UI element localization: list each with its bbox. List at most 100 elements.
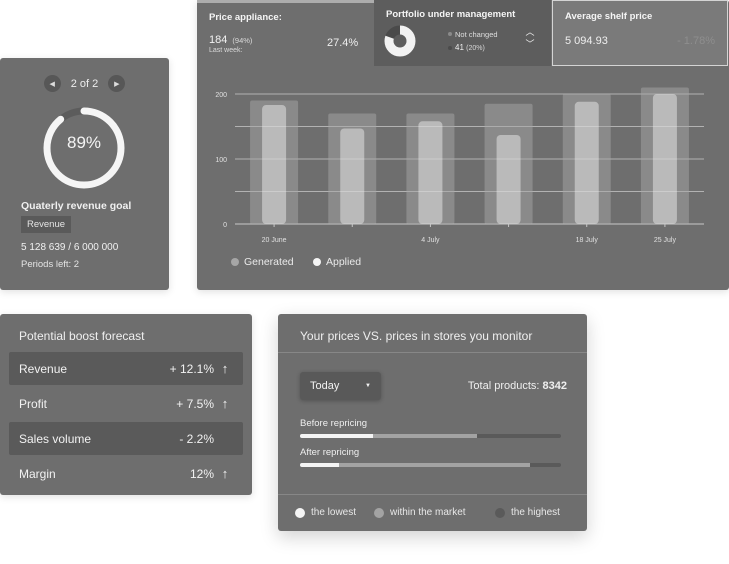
- boost-row-margin[interactable]: Margin 12% ↑: [9, 457, 243, 490]
- segment-highest: [529, 463, 561, 467]
- not-changed-label: Not changed: [455, 30, 498, 39]
- chevron-down-icon[interactable]: ﹀: [525, 39, 535, 49]
- market-dot: [374, 507, 384, 518]
- arrow-up-icon: ↑: [221, 396, 229, 411]
- applied-dot: [313, 258, 321, 266]
- legend-generated[interactable]: Generated: [231, 256, 294, 268]
- portfolio-stat[interactable]: Portfolio under management Not changed 4…: [374, 0, 551, 66]
- y-tick-label: 100: [215, 157, 227, 164]
- boost-title: Potential boost forecast: [19, 329, 145, 343]
- bar-applied: [262, 105, 287, 224]
- arrow-up-icon: ↑: [221, 361, 229, 376]
- before-repricing-bar: [300, 434, 561, 438]
- price-appliance-pct: 27.4%: [327, 37, 359, 49]
- boost-row-sales-volume[interactable]: Sales volume - 2.2%: [9, 422, 243, 455]
- boost-label: Margin: [19, 466, 56, 481]
- portfolio-donut: [384, 25, 416, 57]
- boost-value: - 2.2%: [179, 431, 214, 446]
- chevron-left-icon: ◀: [49, 80, 55, 88]
- price-bar-chart: 200 100 0 20 June 4 July 18 July 25 July: [215, 87, 704, 244]
- comparison-title: Your prices VS. prices in stores you mon…: [300, 329, 533, 343]
- goal-badge: Revenue: [21, 216, 72, 233]
- price-count-value: 184: [209, 34, 228, 46]
- boost-value: + 7.5%: [176, 396, 214, 411]
- segment-highest: [477, 434, 561, 438]
- price-appliance-count: 184 (94%): [209, 34, 252, 46]
- pager-label: 2 of 2: [70, 77, 99, 90]
- boost-forecast-card: Potential boost forecast Revenue + 12.1%…: [0, 314, 252, 495]
- lowest-dot: [295, 507, 305, 518]
- legend-lowest-label: the lowest: [311, 507, 357, 518]
- revenue-goal-card: ◀ 2 of 2 ▶ 89% Quaterly revenue goal Rev…: [0, 58, 169, 290]
- y-tick-label: 200: [215, 92, 227, 99]
- before-repricing-label: Before repricing: [300, 418, 368, 429]
- legend-market-label: within the market: [390, 507, 466, 518]
- x-tick-label: 18 July: [576, 237, 599, 244]
- prev-page-button[interactable]: ◀: [43, 75, 61, 92]
- price-comparison-card: Your prices VS. prices in stores you mon…: [278, 314, 587, 531]
- bar-applied: [574, 101, 599, 224]
- boost-label: Sales volume: [19, 431, 92, 446]
- periods-left: Periods left: 2: [21, 259, 80, 270]
- chevron-right-icon: ▶: [114, 80, 120, 88]
- segment-market: [339, 463, 530, 467]
- goal-percent: 89%: [66, 133, 102, 152]
- shelf-price-pct: - 1.78%: [677, 35, 715, 47]
- highest-dot: [495, 507, 505, 518]
- after-repricing-label: After repricing: [300, 447, 360, 458]
- goal-amount: 5 128 639 / 6 000 000: [21, 242, 119, 253]
- goal-pager: ◀ 2 of 2 ▶: [0, 75, 169, 92]
- pricing-chart-card: Price appliance: 184 (94%) Last week: 27…: [197, 0, 729, 290]
- legend-highest[interactable]: the highest: [495, 507, 560, 518]
- price-appliance-stat[interactable]: Price appliance: 184 (94%) Last week: 27…: [197, 0, 374, 66]
- total-products-value: 8342: [542, 380, 567, 392]
- segment-market: [373, 434, 478, 438]
- portfolio-title: Portfolio under management: [386, 9, 516, 20]
- legend-highest-label: the highest: [511, 507, 560, 518]
- divider: [278, 494, 587, 495]
- boost-label: Profit: [19, 396, 48, 411]
- period-value: Today: [310, 380, 340, 392]
- last-week-label: Last week:: [209, 47, 243, 54]
- shelf-price-value: 5 094.93: [565, 35, 608, 47]
- generated-dot: [231, 258, 239, 266]
- bar-applied: [496, 134, 521, 224]
- boost-label: Revenue: [19, 361, 68, 376]
- price-appliance-title: Price appliance:: [209, 12, 282, 23]
- portfolio-count-value: 41: [455, 43, 464, 52]
- legend-generated-label: Generated: [244, 256, 294, 268]
- boost-value: 12%: [189, 466, 214, 481]
- legend-applied[interactable]: Applied: [313, 256, 361, 268]
- arrow-up-icon: ↑: [221, 466, 229, 481]
- x-tick-label: 25 July: [654, 237, 677, 244]
- portfolio-count-pct: (20%): [466, 45, 485, 52]
- shelf-price-stat[interactable]: Average shelf price 5 094.93 - 1.78%: [552, 0, 728, 66]
- y-tick-label: 0: [223, 222, 227, 229]
- segment-lowest: [300, 434, 374, 438]
- shelf-price-title: Average shelf price: [565, 11, 653, 22]
- goal-title: Quaterly revenue goal: [21, 200, 132, 212]
- legend-lowest[interactable]: the lowest: [295, 507, 356, 518]
- bar-applied: [340, 128, 365, 224]
- bar-applied: [652, 94, 677, 224]
- next-page-button[interactable]: ▶: [108, 75, 126, 92]
- legend-applied-label: Applied: [326, 256, 362, 268]
- portfolio-count: 41 (20%): [455, 43, 485, 52]
- x-tick-label: 4 July: [421, 237, 440, 244]
- chevron-up-icon[interactable]: ︿: [525, 27, 535, 37]
- segment-lowest: [300, 463, 340, 467]
- x-tick-label: 20 June: [262, 237, 287, 244]
- not-changed-dot: [448, 32, 452, 36]
- changed-dot: [448, 46, 452, 50]
- price-count-pct: (94%): [232, 36, 253, 45]
- boost-value: + 12.1%: [169, 361, 214, 376]
- bar-applied: [418, 121, 443, 224]
- after-repricing-bar: [300, 463, 561, 467]
- boost-row-revenue[interactable]: Revenue + 12.1% ↑: [9, 352, 243, 385]
- caret-down-icon: ▼: [365, 383, 371, 389]
- total-products-label: Total products:: [467, 380, 540, 392]
- divider: [278, 352, 587, 353]
- period-dropdown[interactable]: Today ▼: [300, 372, 381, 400]
- boost-row-profit[interactable]: Profit + 7.5% ↑: [9, 387, 243, 420]
- legend-market[interactable]: within the market: [374, 507, 466, 518]
